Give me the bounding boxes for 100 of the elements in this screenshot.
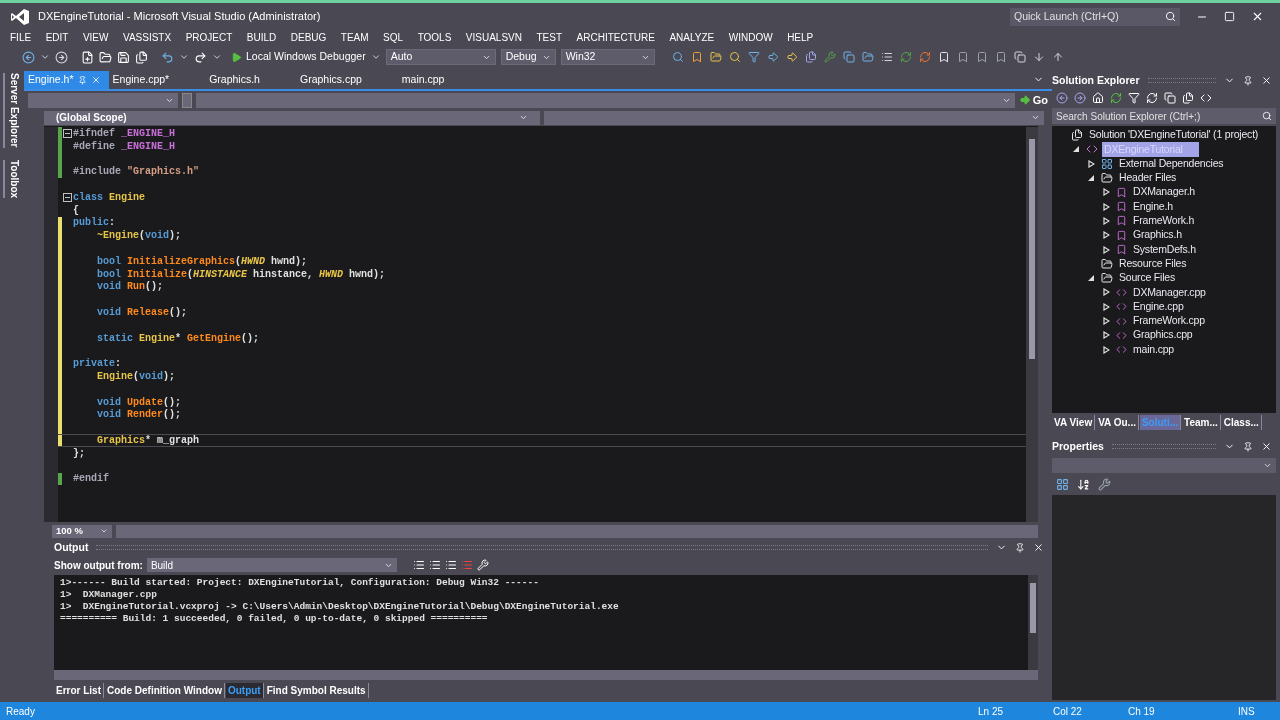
- open-icon[interactable]: [99, 50, 112, 64]
- copy-icon[interactable]: [1013, 51, 1026, 63]
- list-icon[interactable]: [412, 559, 425, 571]
- bookmark-icon[interactable]: [975, 51, 988, 63]
- tree-item[interactable]: Engine.cpp: [1131, 298, 1186, 315]
- quick-launch-field[interactable]: Quick Launch (Ctrl+Q): [1010, 7, 1180, 26]
- expand-arrow-icon[interactable]: [1102, 216, 1110, 225]
- bookmark-icon[interactable]: [956, 51, 969, 63]
- tree-item[interactable]: Graphics.h: [1131, 227, 1184, 244]
- save-all-icon[interactable]: [135, 50, 148, 64]
- menu-item[interactable]: TOOLS: [417, 30, 452, 45]
- pin-icon[interactable]: [77, 75, 87, 85]
- pin-icon[interactable]: [1015, 542, 1025, 553]
- expand-arrow-icon[interactable]: [1102, 317, 1110, 325]
- tree-item[interactable]: Engine.h: [1131, 198, 1175, 215]
- caret-icon[interactable]: [179, 52, 189, 62]
- caret-icon[interactable]: [212, 52, 222, 62]
- panel-tab[interactable]: Error List: [54, 682, 104, 698]
- sync-icon[interactable]: [1110, 92, 1122, 104]
- menu-item[interactable]: PROJECT: [185, 30, 233, 45]
- expand-arrow-icon[interactable]: [1102, 245, 1110, 254]
- filter-icon[interactable]: [747, 51, 760, 63]
- home-icon[interactable]: [1092, 92, 1104, 104]
- side-tab[interactable]: Toolbox: [2, 159, 22, 198]
- tree-item[interactable]: main.cpp: [1131, 341, 1176, 358]
- caret-icon[interactable]: [40, 52, 50, 62]
- expand-arrow-icon[interactable]: [1102, 345, 1110, 354]
- tree-item[interactable]: Resource Files: [1117, 255, 1189, 272]
- menu-item[interactable]: BUILD: [246, 30, 277, 45]
- close-icon[interactable]: [1261, 441, 1272, 452]
- tree-item[interactable]: SystemDefs.h: [1131, 241, 1198, 258]
- search-field[interactable]: Search Solution Explorer (Ctrl+;): [1052, 108, 1276, 124]
- categorized-icon[interactable]: [1056, 477, 1069, 491]
- up-arrow-icon[interactable]: [1051, 51, 1064, 63]
- caret-icon[interactable]: [1263, 461, 1272, 470]
- caret-icon[interactable]: [370, 52, 381, 62]
- horizontal-scrollbar[interactable]: [54, 670, 1038, 680]
- editor-tab[interactable]: Graphics.cpp: [295, 71, 370, 89]
- collapse-icon[interactable]: [63, 192, 72, 202]
- tree-item[interactable]: Header Files: [1117, 170, 1179, 186]
- forward-icon[interactable]: [55, 50, 68, 64]
- menu-item[interactable]: TEAM: [340, 30, 369, 45]
- menu-item[interactable]: WINDOW: [728, 30, 773, 45]
- tree-item[interactable]: Graphics.cpp: [1131, 327, 1195, 344]
- expand-arrow-icon[interactable]: [1087, 174, 1095, 183]
- side-tab[interactable]: Server Explorer: [2, 73, 22, 148]
- tree-item[interactable]: Solution 'DXEngineTutorial' (1 project): [1087, 127, 1261, 144]
- collapse-icon[interactable]: [63, 128, 72, 138]
- vertical-scrollbar[interactable]: [1026, 127, 1038, 522]
- refresh-icon[interactable]: [1146, 92, 1158, 104]
- back-icon[interactable]: [1056, 92, 1068, 104]
- new-project-icon[interactable]: [81, 50, 94, 64]
- property-pages-icon[interactable]: [1098, 477, 1111, 491]
- menu-item[interactable]: VIEW: [82, 30, 109, 45]
- expand-arrow-icon[interactable]: [1087, 159, 1095, 168]
- zoom-combo[interactable]: 100 %: [52, 524, 112, 538]
- caret-icon[interactable]: [100, 527, 108, 535]
- editor-tab[interactable]: Graphics.h: [205, 71, 268, 89]
- bookmark-icon[interactable]: [690, 51, 703, 63]
- menu-item[interactable]: VISUALSVN: [465, 30, 522, 45]
- editor-tab[interactable]: Engine.h*: [24, 71, 109, 89]
- menu-item[interactable]: EDIT: [45, 30, 69, 45]
- panel-tab[interactable]: Class...: [1221, 414, 1262, 430]
- scroll-spinner-icon[interactable]: [182, 92, 192, 108]
- bookmark-icon[interactable]: [937, 51, 950, 63]
- menu-item[interactable]: DEBUG: [290, 30, 327, 45]
- tree-item[interactable]: Source Files: [1117, 270, 1177, 286]
- editor-tab[interactable]: main.cpp: [397, 71, 453, 89]
- panel-tab[interactable]: VA View: [1052, 414, 1096, 430]
- scope-combo[interactable]: (Global Scope): [44, 110, 540, 125]
- copy-icon[interactable]: [842, 51, 855, 63]
- panel-tab[interactable]: Team...: [1182, 414, 1221, 430]
- list-icon[interactable]: [880, 51, 893, 63]
- tree-item[interactable]: DXManager.cpp: [1131, 284, 1208, 301]
- toolbar-dropdown[interactable]: Debug: [500, 49, 556, 65]
- go-button[interactable]: Go: [1018, 91, 1048, 109]
- menu-item[interactable]: ANALYZE: [669, 30, 715, 45]
- tree-item[interactable]: FrameWork.cpp: [1131, 313, 1207, 329]
- tree-item[interactable]: External Dependencies: [1117, 155, 1226, 172]
- panel-tab[interactable]: Output: [225, 682, 264, 698]
- search-icon[interactable]: [1165, 11, 1176, 22]
- caret-icon[interactable]: [1031, 113, 1040, 122]
- vertical-scrollbar[interactable]: [1028, 575, 1038, 670]
- menu-item[interactable]: TEST: [536, 30, 563, 45]
- horizontal-scrollbar[interactable]: [116, 524, 1038, 538]
- document-icon[interactable]: [804, 51, 817, 63]
- panel-tab[interactable]: Find Symbol Results: [264, 682, 369, 698]
- expand-arrow-icon[interactable]: [1102, 302, 1110, 311]
- wrench-icon[interactable]: [823, 51, 836, 63]
- folder-icon[interactable]: [709, 51, 722, 63]
- pin-icon[interactable]: [1243, 441, 1253, 452]
- search-icon[interactable]: [671, 51, 684, 63]
- expand-arrow-icon[interactable]: [1102, 288, 1110, 297]
- expand-arrow-icon[interactable]: [1072, 145, 1080, 154]
- menu-item[interactable]: HELP: [787, 30, 814, 45]
- code-icon[interactable]: [1200, 92, 1212, 104]
- undo-icon[interactable]: [161, 50, 174, 64]
- arrow-icon[interactable]: [766, 51, 779, 63]
- save-icon[interactable]: [117, 50, 130, 64]
- panel-tab[interactable]: Code Definition Window: [105, 682, 225, 698]
